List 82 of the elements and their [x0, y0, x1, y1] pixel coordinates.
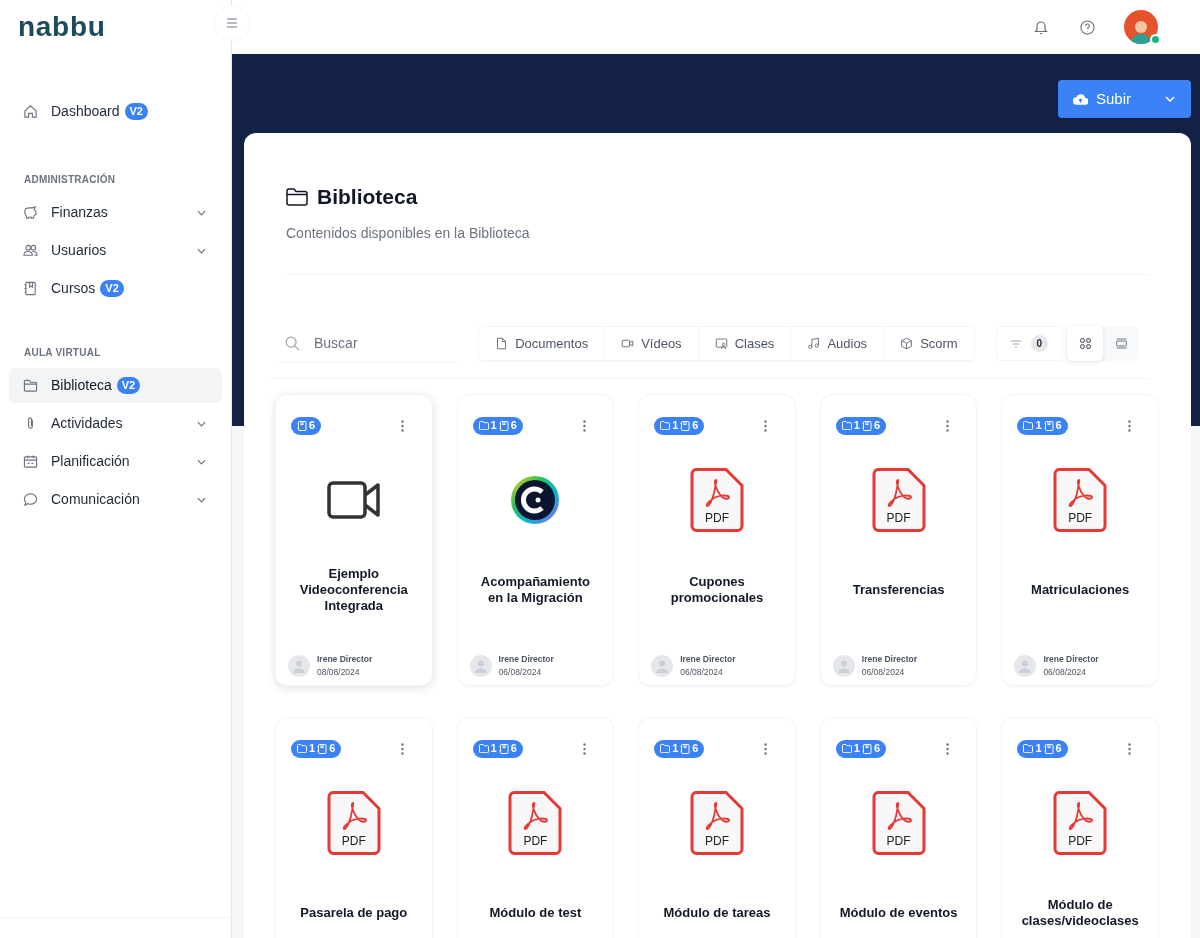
- card-title: Módulo de tareas: [663, 904, 771, 921]
- type-filter-tab[interactable]: Clases: [697, 327, 791, 360]
- author-name: Irene Director: [861, 652, 918, 666]
- card-date: 06/08/2024: [498, 665, 543, 679]
- sidebar-item-label: Dashboard: [51, 102, 120, 121]
- card-title: Transferencias: [852, 581, 945, 598]
- version-badge: V2: [124, 103, 148, 120]
- card-title: Pasarela de pago: [300, 904, 408, 921]
- author-name: Irene Director: [317, 652, 373, 666]
- card-date: 08/08/2024: [317, 665, 361, 679]
- section-heading: AULA VIRTUAL: [23, 346, 102, 360]
- pdf-label: PDF: [705, 832, 729, 850]
- library-card[interactable]: 1 6 PDF Módulo de eventos: [819, 716, 978, 938]
- library-card[interactable]: 1 6 PDF Módulo de test: [456, 716, 615, 938]
- card-title: Ejemplo Videoconferencia Integrada: [298, 565, 409, 614]
- pdf-label: PDF: [1068, 832, 1093, 850]
- upload-button[interactable]: Subir: [1058, 80, 1191, 118]
- library-card[interactable]: 1 6 PDF Módulo de tareas: [638, 716, 796, 938]
- sidebar-item[interactable]: Comunicación: [9, 482, 222, 517]
- card-title: Módulo de test: [489, 904, 582, 921]
- library-card[interactable]: 1 6 PDF Transferencias Irene Director 06/08/2024: [819, 393, 978, 686]
- card-title: Módulo de clases/videoclases: [1020, 896, 1140, 929]
- library-card[interactable]: 6 Ejemplo Videoconferencia Integrada Irene Director 08/08/2024: [275, 393, 433, 686]
- library-card[interactable]: 1 6 PDF Cupones promocionales Irene Director 06/08/2024: [638, 393, 796, 686]
- sidebar-item-label: Cursos: [51, 279, 96, 298]
- card-date: 06/08/2024: [861, 665, 906, 679]
- sidebar-item[interactable]: Biblioteca V2: [9, 368, 222, 403]
- sidebar-item-label: Planificación: [51, 452, 130, 471]
- card-date: 06/08/2024: [1043, 665, 1087, 679]
- pdf-label: PDF: [705, 509, 729, 527]
- pdf-label: PDF: [341, 832, 366, 850]
- page-title: Biblioteca: [317, 184, 418, 210]
- filter-button[interactable]: 0: [995, 326, 1063, 361]
- content-count-badge: 1 6: [835, 416, 887, 435]
- content-count-badge: 1 6: [1017, 739, 1068, 758]
- author-name: Irene Director: [680, 652, 736, 666]
- type-filter-tab[interactable]: Scorm: [883, 327, 974, 360]
- card-title: Módulo de eventos: [839, 904, 958, 921]
- sidebar-item[interactable]: Planificación: [9, 444, 222, 479]
- content-count-badge: 1 6: [835, 739, 887, 758]
- pdf-label: PDF: [886, 832, 911, 850]
- content-count-badge: 6: [291, 416, 322, 435]
- card-title: Matriculaciones: [1031, 581, 1130, 598]
- filter-count: 0: [1030, 335, 1048, 352]
- content-count-badge: 1 6: [472, 416, 523, 435]
- content-count-badge: 1 6: [1017, 416, 1068, 435]
- library-card[interactable]: 1 6 Acompañamiento en la Migración Irene Director 06/08/2024: [456, 393, 615, 686]
- sidebar-item-label: Actividades: [51, 414, 123, 433]
- sidebar-item-label: Comunicación: [51, 490, 140, 509]
- sidebar-item-label: Finanzas: [51, 203, 108, 222]
- content-count-badge: 1 6: [472, 739, 523, 758]
- sidebar-item[interactable]: Actividades: [9, 406, 222, 441]
- sidebar-item[interactable]: Cursos V2: [9, 271, 222, 306]
- pdf-label: PDF: [1068, 509, 1093, 527]
- section-heading: ADMINISTRACIÓN: [23, 172, 117, 187]
- library-card[interactable]: 1 6 PDF Módulo de clases/videoclases: [1001, 716, 1159, 938]
- sidebar-item[interactable]: Finanzas: [9, 195, 222, 230]
- version-badge: V2: [100, 280, 124, 297]
- search-field[interactable]: Buscar: [277, 324, 460, 363]
- library-card[interactable]: 1 6 PDF Pasarela de pago: [275, 716, 433, 938]
- sidebar-item-label: Biblioteca: [51, 376, 112, 395]
- author-name: Irene Director: [498, 652, 554, 666]
- library-card[interactable]: 1 6 PDF Matriculaciones Irene Director 06/08/2024: [1001, 393, 1159, 686]
- page-subtitle: Contenidos disponibles en la Biblioteca: [286, 223, 531, 243]
- author-name: Irene Director: [1043, 652, 1099, 666]
- sidebar-item[interactable]: Dashboard V2: [9, 94, 222, 129]
- content-count-badge: 1 6: [654, 416, 705, 435]
- pdf-label: PDF: [523, 832, 548, 850]
- sidebar-item[interactable]: Usuarios: [9, 233, 222, 268]
- content-count-badge: 1 6: [654, 739, 705, 758]
- card-title: Cupones promocionales: [669, 573, 765, 606]
- sidebar-item-label: Usuarios: [51, 241, 107, 260]
- card-date: 06/08/2024: [680, 665, 724, 679]
- type-filter-tab[interactable]: Documentos: [479, 327, 605, 360]
- card-title: Acompañamiento en la Migración: [479, 573, 591, 606]
- version-badge: V2: [116, 377, 141, 394]
- logo: nabbu: [18, 13, 106, 41]
- content-count-badge: 1 6: [291, 739, 342, 758]
- type-filter-tab[interactable]: Audios: [790, 327, 884, 360]
- type-filter-tab[interactable]: Vídeos: [604, 327, 698, 360]
- search-input: Buscar: [314, 332, 454, 354]
- pdf-label: PDF: [886, 509, 911, 527]
